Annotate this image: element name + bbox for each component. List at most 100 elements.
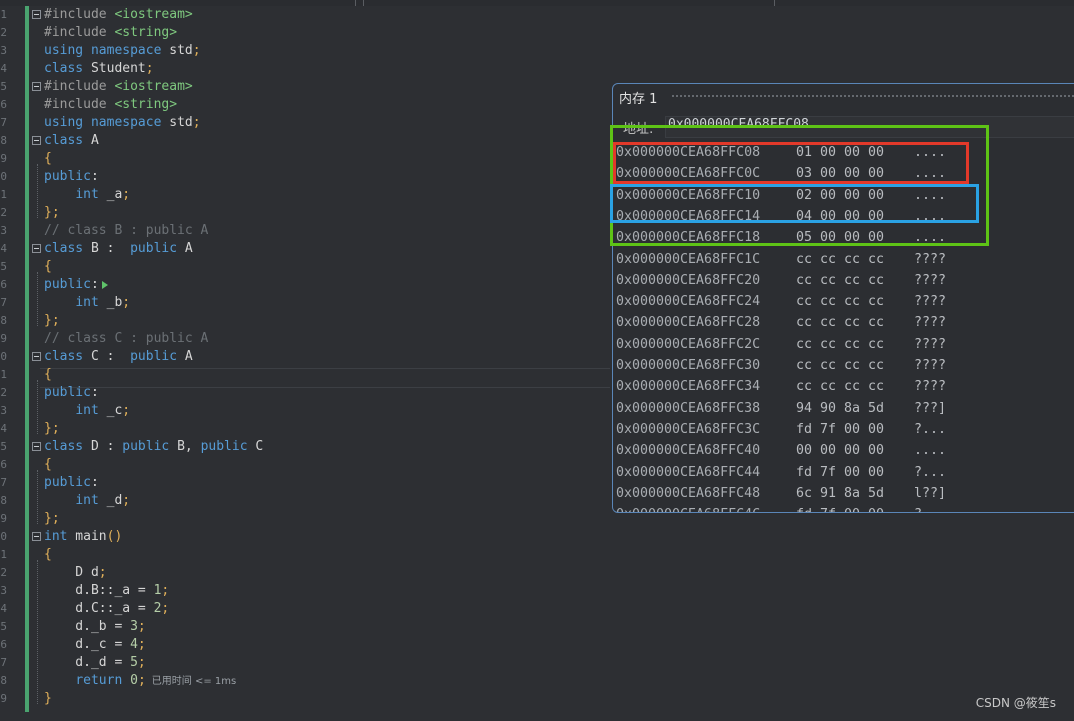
window-drag-grip[interactable] — [671, 94, 1074, 99]
fold-toggle-icon[interactable] — [32, 82, 41, 91]
code-line[interactable]: class A — [44, 132, 99, 150]
memory-window[interactable]: 内存 1 地址: 0x000000CEA68FFC08 0x000000CEA6… — [612, 83, 1074, 513]
code-line[interactable]: { — [44, 546, 52, 564]
code-line[interactable]: // class C : public A — [44, 330, 208, 348]
memory-row[interactable]: 0x000000CEA68FFC1C cc cc cc cc???? — [616, 249, 946, 270]
code-line[interactable]: class D : public B, public C — [44, 438, 263, 456]
code-line[interactable]: { — [44, 456, 52, 474]
code-line[interactable]: { — [44, 150, 52, 168]
code-line[interactable]: using namespace std; — [44, 114, 201, 132]
code-line[interactable]: }; — [44, 510, 60, 528]
memory-row[interactable]: 0x000000CEA68FFC28 cc cc cc cc???? — [616, 312, 946, 333]
memory-row[interactable]: 0x000000CEA68FFC30 cc cc cc cc???? — [616, 355, 946, 376]
code-line[interactable]: #include <string> — [44, 96, 177, 114]
fold-toggle-icon[interactable] — [32, 136, 41, 145]
code-line[interactable]: class Student; — [44, 60, 154, 78]
code-line[interactable]: #include <iostream> — [44, 78, 193, 96]
memory-bytes[interactable]: 04 00 00 00 — [796, 206, 914, 227]
line-number: 9 — [0, 692, 7, 705]
memory-row[interactable]: 0x000000CEA68FFC18 05 00 00 00.... — [616, 227, 946, 248]
memory-bytes[interactable]: cc cc cc cc — [796, 291, 914, 312]
memory-bytes[interactable]: 05 00 00 00 — [796, 227, 914, 248]
memory-bytes[interactable]: cc cc cc cc — [796, 249, 914, 270]
memory-row[interactable]: 0x000000CEA68FFC10 02 00 00 00.... — [616, 185, 946, 206]
code-line[interactable]: d._b = 3; — [44, 618, 145, 636]
memory-row[interactable]: 0x000000CEA68FFC40 00 00 00 00.... — [616, 440, 946, 461]
fold-toggle-icon[interactable] — [32, 10, 41, 19]
memory-bytes[interactable]: cc cc cc cc — [796, 355, 914, 376]
run-to-cursor-icon[interactable] — [101, 280, 108, 289]
memory-bytes[interactable]: 03 00 00 00 — [796, 163, 914, 184]
fold-toggle-icon[interactable] — [32, 352, 41, 361]
memory-row[interactable]: 0x000000CEA68FFC3C fd 7f 00 00?... — [616, 419, 946, 440]
code-line[interactable]: public: — [44, 168, 99, 186]
code-line[interactable]: { — [44, 366, 52, 384]
fold-toggle-icon[interactable] — [32, 244, 41, 253]
code-line[interactable]: D d; — [44, 564, 106, 582]
memory-address: 0x000000CEA68FFC4C — [616, 504, 796, 512]
code-line[interactable]: int main() — [44, 528, 122, 546]
code-line[interactable]: int _a; — [44, 186, 130, 204]
code-line[interactable]: public: — [44, 276, 108, 294]
line-number: 9 — [0, 332, 7, 345]
memory-ascii: .... — [914, 443, 947, 459]
memory-row[interactable]: 0x000000CEA68FFC34 cc cc cc cc???? — [616, 376, 946, 397]
code-line[interactable]: // class B : public A — [44, 222, 208, 240]
memory-bytes[interactable]: cc cc cc cc — [796, 312, 914, 333]
code-line[interactable]: d.B::_a = 1; — [44, 582, 169, 600]
memory-row[interactable]: 0x000000CEA68FFC38 94 90 8a 5d???] — [616, 398, 946, 419]
code-line[interactable]: #include <iostream> — [44, 6, 193, 24]
memory-address: 0x000000CEA68FFC34 — [616, 379, 761, 395]
memory-row[interactable]: 0x000000CEA68FFC0C 03 00 00 00.... — [616, 163, 946, 184]
memory-ascii: ???? — [914, 379, 947, 395]
memory-bytes[interactable]: fd 7f 00 00 — [796, 462, 914, 483]
line-number: 5 — [0, 260, 7, 273]
memory-bytes[interactable]: 94 90 8a 5d — [796, 398, 914, 419]
address-input[interactable]: 0x000000CEA68FFC08 — [665, 116, 1074, 138]
code-line[interactable]: }; — [44, 204, 60, 222]
memory-row[interactable]: 0x000000CEA68FFC24 cc cc cc cc???? — [616, 291, 946, 312]
memory-bytes[interactable]: cc cc cc cc — [796, 334, 914, 355]
fold-toggle-icon[interactable] — [32, 532, 41, 541]
memory-row[interactable]: 0x000000CEA68FFC14 04 00 00 00.... — [616, 206, 946, 227]
code-line[interactable]: return 0; 已用时间 <= 1ms — [44, 672, 236, 690]
memory-bytes[interactable]: fd 7f 00 00 — [796, 419, 914, 440]
memory-row[interactable]: 0x000000CEA68FFC44 fd 7f 00 00?... — [616, 462, 946, 483]
memory-row[interactable]: 0x000000CEA68FFC2C cc cc cc cc???? — [616, 334, 946, 355]
memory-ascii: ???? — [914, 294, 947, 310]
memory-bytes[interactable]: 6c 91 8a 5d — [796, 483, 914, 504]
code-line[interactable]: public: — [44, 474, 99, 492]
line-number: 7 — [0, 296, 7, 309]
memory-bytes[interactable]: fd 7f 00 00 — [796, 504, 914, 512]
memory-bytes[interactable]: cc cc cc cc — [796, 376, 914, 397]
memory-bytes[interactable]: 02 00 00 00 — [796, 185, 914, 206]
code-line[interactable]: #include <string> — [44, 24, 177, 42]
code-line[interactable]: }; — [44, 312, 60, 330]
line-number: 2 — [0, 206, 7, 219]
line-number: 7 — [0, 476, 7, 489]
memory-bytes[interactable]: cc cc cc cc — [796, 270, 914, 291]
memory-bytes[interactable]: 00 00 00 00 — [796, 440, 914, 461]
fold-toggle-icon[interactable] — [32, 442, 41, 451]
memory-row[interactable]: 0x000000CEA68FFC20 cc cc cc cc???? — [616, 270, 946, 291]
code-line[interactable]: { — [44, 258, 52, 276]
code-line[interactable]: class B : public A — [44, 240, 193, 258]
code-line[interactable]: int _b; — [44, 294, 130, 312]
memory-bytes[interactable]: 01 00 00 00 — [796, 142, 914, 163]
code-line[interactable]: d._d = 5; — [44, 654, 145, 672]
code-line[interactable]: d.C::_a = 2; — [44, 600, 169, 618]
memory-row[interactable]: 0x000000CEA68FFC08 01 00 00 00.... — [616, 142, 946, 163]
code-line[interactable]: int _d; — [44, 492, 130, 510]
line-number: 6 — [0, 638, 7, 651]
memory-row[interactable]: 0x000000CEA68FFC48 6c 91 8a 5d l??] — [616, 483, 946, 504]
memory-address: 0x000000CEA68FFC30 — [616, 358, 761, 373]
code-line[interactable]: } — [44, 690, 52, 708]
code-line[interactable]: }; — [44, 420, 60, 438]
code-line[interactable]: d._c = 4; — [44, 636, 145, 654]
code-line[interactable]: public: — [44, 384, 99, 402]
memory-row[interactable]: 0x000000CEA68FFC4Cfd 7f 00 00?... — [616, 504, 946, 512]
code-line[interactable]: int _c; — [44, 402, 130, 420]
code-line[interactable]: using namespace std; — [44, 42, 201, 60]
code-line[interactable]: class C : public A — [44, 348, 193, 366]
line-number: 5 — [0, 620, 7, 633]
